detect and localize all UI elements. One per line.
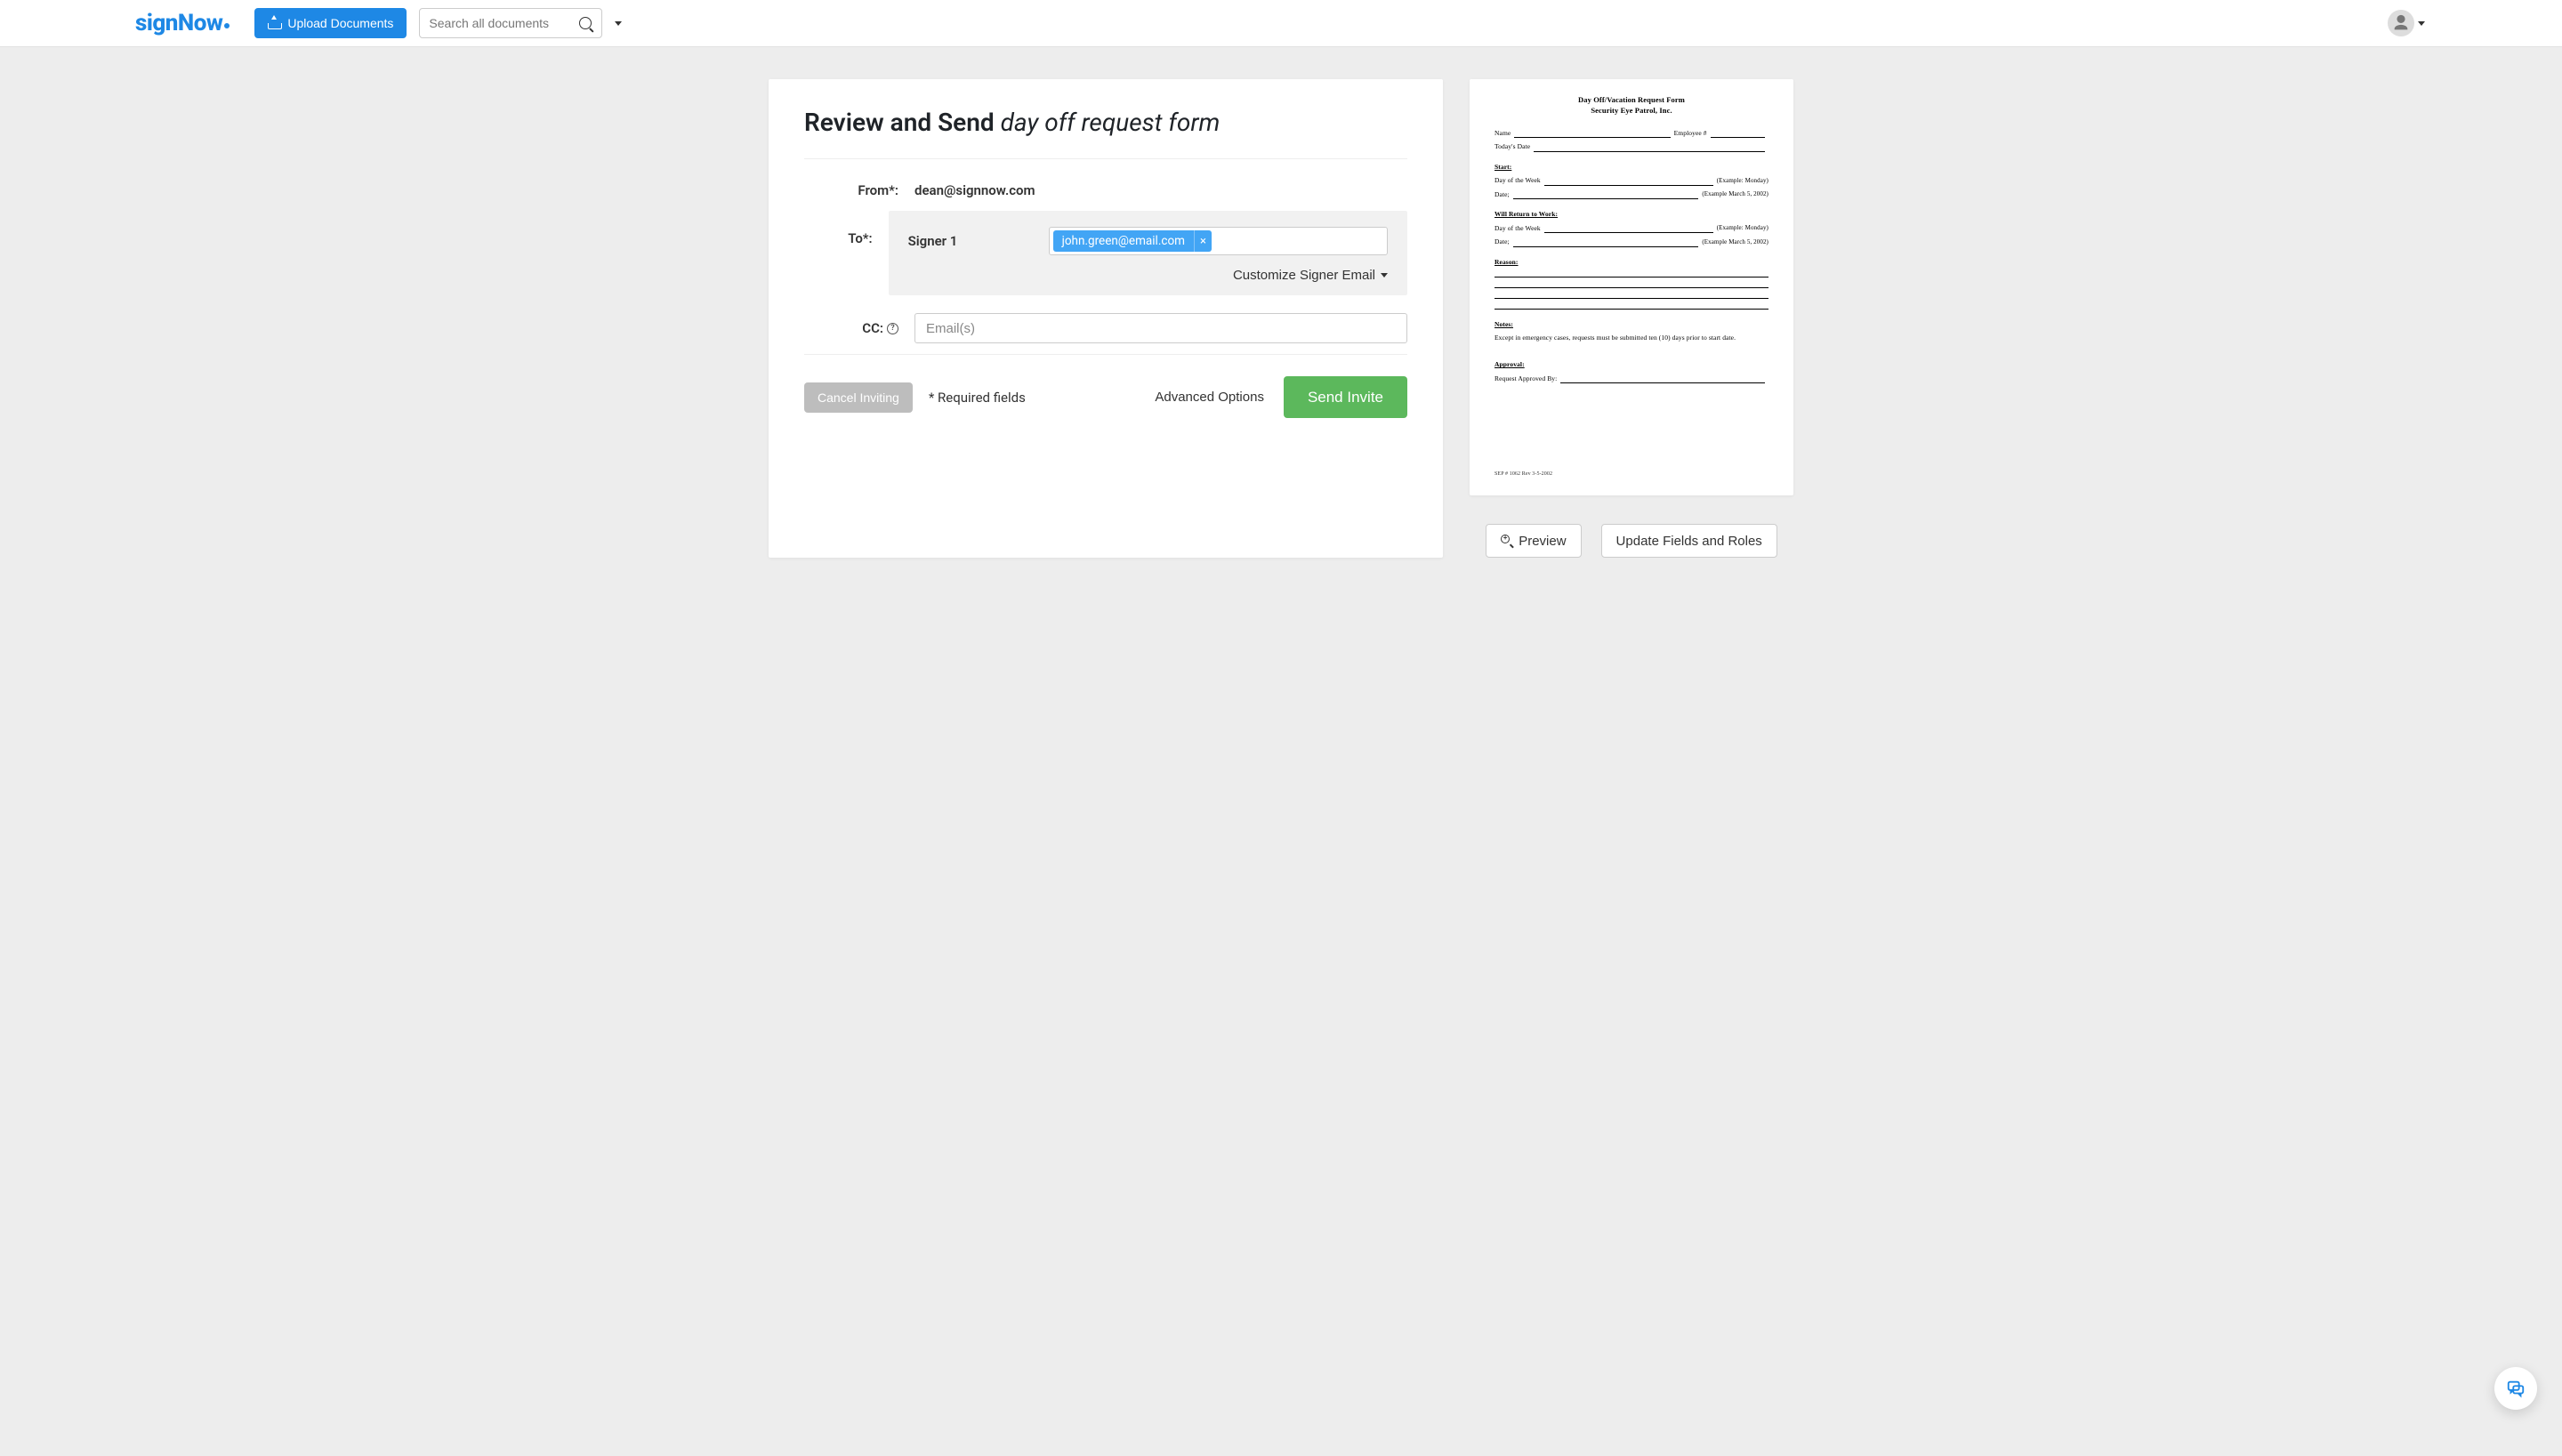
email-chip-label: john.green@email.com xyxy=(1053,234,1194,248)
from-row: From*: dean@signnow.com xyxy=(804,175,1407,205)
remove-chip-button[interactable]: × xyxy=(1194,230,1212,252)
chat-icon xyxy=(2506,1379,2526,1398)
advanced-options-button[interactable]: Advanced Options xyxy=(1155,390,1264,405)
search-dropdown-button[interactable] xyxy=(608,8,629,38)
cancel-inviting-button[interactable]: Cancel Inviting xyxy=(804,382,913,413)
chevron-down-icon xyxy=(2418,21,2425,26)
chat-fab[interactable] xyxy=(2494,1367,2537,1410)
search-icon xyxy=(579,17,592,29)
search-button[interactable] xyxy=(569,9,601,37)
send-invite-button[interactable]: Send Invite xyxy=(1284,376,1407,418)
required-note: * Required fields xyxy=(929,390,1026,406)
page-title: Review and Send day off request form xyxy=(804,108,1407,137)
update-fields-roles-button[interactable]: Update Fields and Roles xyxy=(1601,524,1777,558)
cc-input[interactable] xyxy=(914,313,1407,343)
main-wrap: Review and Send day off request form Fro… xyxy=(769,47,1793,593)
email-chip: john.green@email.com × xyxy=(1053,230,1212,252)
help-icon[interactable]: ? xyxy=(887,323,898,334)
to-row: To*: Signer 1 john.green@email.com × Cus… xyxy=(804,211,1407,295)
search-box xyxy=(419,8,602,38)
footer-row: Cancel Inviting * Required fields Advanc… xyxy=(804,354,1407,418)
zoom-in-icon xyxy=(1501,535,1513,547)
document-preview[interactable]: Day Off/Vacation Request Form Security E… xyxy=(1470,79,1793,495)
chevron-down-icon xyxy=(1381,273,1388,278)
upload-icon xyxy=(268,17,280,29)
logo[interactable]: signNow xyxy=(135,10,230,36)
customize-signer-email-button[interactable]: Customize Signer Email xyxy=(1233,268,1388,283)
from-value: dean@signnow.com xyxy=(914,175,1407,205)
side-column: Day Off/Vacation Request Form Security E… xyxy=(1470,79,1793,558)
signer-block: Signer 1 john.green@email.com × Customiz… xyxy=(889,211,1407,295)
side-actions: Preview Update Fields and Roles xyxy=(1486,524,1777,558)
search-input[interactable] xyxy=(420,9,569,37)
upload-documents-button[interactable]: Upload Documents xyxy=(254,8,407,38)
chevron-down-icon xyxy=(615,21,622,26)
doc-title-line1: Day Off/Vacation Request Form xyxy=(1494,95,1768,106)
review-send-card: Review and Send day off request form Fro… xyxy=(769,79,1443,558)
topbar: signNow Upload Documents xyxy=(0,0,2562,47)
signer-email-input[interactable] xyxy=(1215,230,1383,252)
preview-button[interactable]: Preview xyxy=(1486,524,1581,558)
user-menu[interactable] xyxy=(2388,10,2541,36)
signer-email-input-wrap[interactable]: john.green@email.com × xyxy=(1049,227,1388,255)
signer-label: Signer 1 xyxy=(908,233,1033,249)
divider xyxy=(804,158,1407,159)
from-label: From*: xyxy=(804,175,914,205)
to-label: To*: xyxy=(804,211,889,253)
cc-row: CC: ? xyxy=(804,313,1407,343)
avatar xyxy=(2388,10,2414,36)
doc-title-line2: Security Eye Patrol, Inc. xyxy=(1494,106,1768,117)
search-wrap xyxy=(419,8,629,38)
cc-label: CC: ? xyxy=(804,313,914,343)
upload-label: Upload Documents xyxy=(287,16,393,30)
